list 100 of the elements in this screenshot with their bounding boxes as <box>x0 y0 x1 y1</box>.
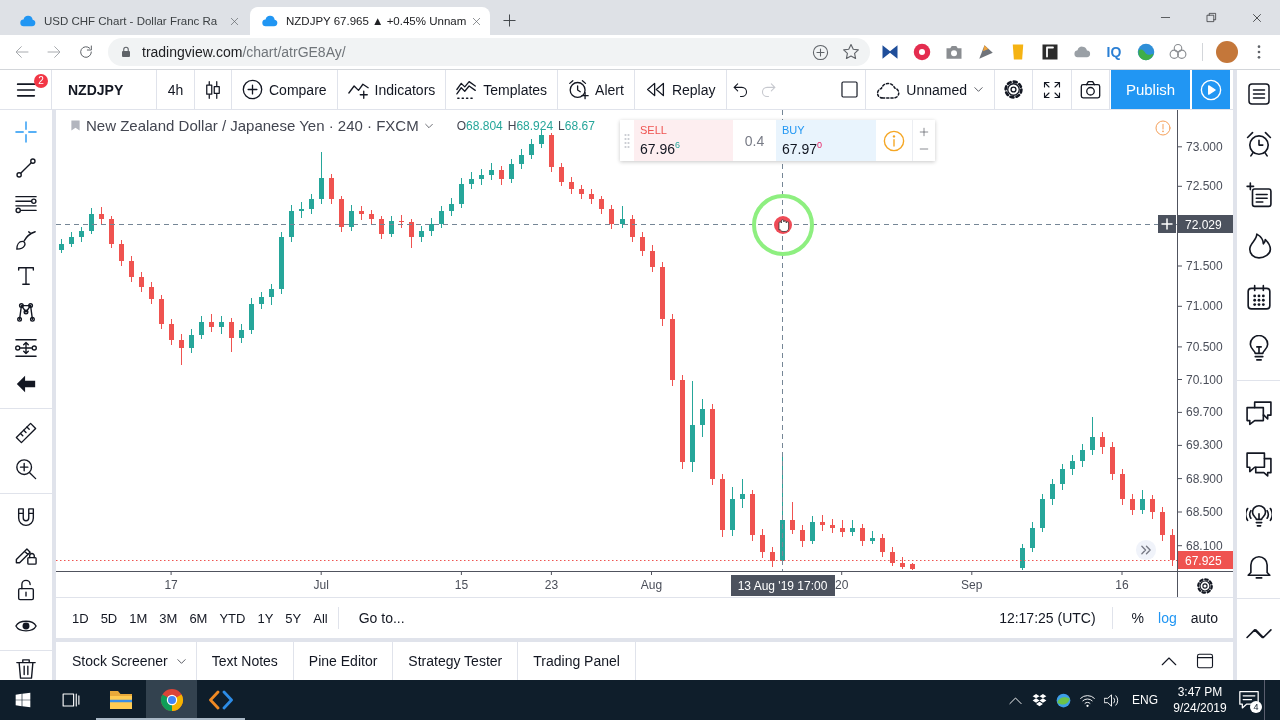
layout-button[interactable]: Unnamed <box>876 77 984 102</box>
alarm-clock-icon[interactable] <box>1245 130 1272 157</box>
chat-bubbles-icon[interactable] <box>1245 399 1272 426</box>
reload-icon[interactable] <box>78 44 94 60</box>
circle-logo-icon[interactable] <box>913 43 931 61</box>
play-button[interactable] <box>1192 70 1230 109</box>
settings-icon[interactable] <box>1003 79 1024 100</box>
candle <box>860 523 865 547</box>
price-label: 69.300 <box>1186 438 1223 453</box>
close-icon[interactable] <box>471 15 482 27</box>
scale-toggle[interactable]: auto <box>1183 605 1225 631</box>
unlock-icon[interactable] <box>15 579 37 601</box>
range-button[interactable]: 1Y <box>251 605 280 631</box>
candle <box>459 177 464 209</box>
browser-tab[interactable]: NZDJPY 67.965 ▲ +0.45% Unnam <box>250 7 490 35</box>
range-button[interactable]: 6M <box>183 605 214 631</box>
candle <box>309 193 314 215</box>
bookmark-icon <box>70 119 81 132</box>
task-view-icon[interactable] <box>62 691 80 709</box>
ruler-icon[interactable] <box>15 422 37 444</box>
restore-icon[interactable] <box>1205 12 1217 23</box>
pattern-icon[interactable] <box>15 301 37 323</box>
measure-lines-icon[interactable] <box>15 337 37 359</box>
symbol-button[interactable]: NZDJPY <box>68 81 124 98</box>
horizontal-lines-icon[interactable] <box>15 193 37 215</box>
document-sparkle-icon[interactable] <box>1245 181 1272 208</box>
camera-icon[interactable] <box>1080 79 1101 100</box>
price-tag: 72.029 <box>1178 215 1233 233</box>
wifi-icon[interactable] <box>1080 692 1096 708</box>
globe-icon[interactable] <box>1056 692 1072 708</box>
templates-button[interactable]: Templates <box>456 79 548 100</box>
plus-icon[interactable] <box>1158 215 1176 233</box>
candle <box>259 291 264 310</box>
close-icon[interactable] <box>1251 11 1263 24</box>
magnet-icon[interactable] <box>15 507 37 529</box>
speaker-icon[interactable] <box>1104 692 1120 708</box>
candle <box>840 519 845 538</box>
grip-icon[interactable] <box>624 132 630 149</box>
replay-button[interactable]: Replay <box>644 79 716 100</box>
settings-icon[interactable] <box>1198 579 1212 593</box>
range-button[interactable]: YTD <box>213 605 252 631</box>
candlestick-icon[interactable] <box>203 79 223 100</box>
sell-button[interactable]: SELL 67.96$^{6}$ <box>634 120 733 161</box>
range-button[interactable]: 1D <box>66 605 95 631</box>
range-button[interactable]: 1M <box>123 605 154 631</box>
add-circle-icon[interactable] <box>812 43 829 61</box>
square-icon[interactable] <box>840 80 860 99</box>
scale-toggle[interactable]: % <box>1124 605 1152 631</box>
bowtie-icon[interactable] <box>881 43 899 61</box>
calendar-icon[interactable] <box>1245 283 1272 310</box>
goto-button[interactable]: Go to... <box>352 605 411 631</box>
date-label: 15 <box>454 578 469 592</box>
browser-tab[interactable]: USD CHF Chart - Dollar Franc Ra <box>8 7 248 35</box>
trash-icon[interactable] <box>15 658 37 680</box>
candle <box>599 195 604 215</box>
chat-icon[interactable] <box>1245 450 1272 477</box>
range-button[interactable]: All <box>307 605 334 631</box>
candle <box>730 486 735 537</box>
candle <box>149 281 154 305</box>
undo-icon[interactable] <box>732 81 749 98</box>
star-icon[interactable] <box>842 43 860 61</box>
candle <box>1120 468 1125 506</box>
globe-icon[interactable] <box>1137 43 1155 61</box>
close-icon[interactable] <box>229 15 240 27</box>
buy-button[interactable]: BUY 67.97$^{0}$ <box>776 120 876 161</box>
list-icon[interactable] <box>1246 82 1271 106</box>
address-field[interactable]: tradingview.com/chart/atrGE8Ay/ <box>108 38 870 66</box>
maximize-icon[interactable] <box>1196 652 1214 670</box>
windows-logo-icon[interactable] <box>15 692 31 708</box>
interval-button[interactable]: 4h <box>167 81 184 98</box>
fullscreen-icon[interactable] <box>1043 80 1061 99</box>
plus-icon[interactable] <box>502 13 517 28</box>
text-tool-icon[interactable] <box>15 265 37 287</box>
brush-icon[interactable] <box>15 229 37 251</box>
trend-line-icon[interactable] <box>15 157 37 179</box>
candle <box>319 151 324 205</box>
range-button[interactable]: 5D <box>94 605 124 631</box>
arrow-left-icon[interactable] <box>15 373 37 395</box>
zoom-in-icon[interactable] <box>15 458 37 480</box>
avatar-icon[interactable] <box>1216 41 1238 63</box>
alert-button[interactable]: Alert <box>568 79 624 100</box>
range-button[interactable]: 3M <box>153 605 184 631</box>
square-logo-icon[interactable] <box>1041 43 1059 61</box>
extension-button[interactable]: IQ <box>1106 44 1122 60</box>
rings-icon[interactable] <box>1169 43 1187 61</box>
indicators-button[interactable]: Indicators <box>347 79 436 100</box>
candle <box>1070 454 1075 476</box>
compare-button[interactable]: Compare <box>242 79 327 100</box>
wedge-icon[interactable] <box>977 43 995 61</box>
language-indicator[interactable]: ENG <box>1124 680 1166 720</box>
taskbar-button[interactable] <box>146 680 197 720</box>
candle <box>199 315 204 340</box>
candle <box>59 238 64 254</box>
double-chevron-icon[interactable] <box>1135 539 1157 561</box>
message-icon[interactable] <box>1239 690 1259 710</box>
candle <box>479 168 484 186</box>
candle <box>569 176 574 195</box>
range-button[interactable]: 5Y <box>279 605 308 631</box>
candle <box>289 204 294 243</box>
dropbox-icon[interactable] <box>1032 692 1048 708</box>
